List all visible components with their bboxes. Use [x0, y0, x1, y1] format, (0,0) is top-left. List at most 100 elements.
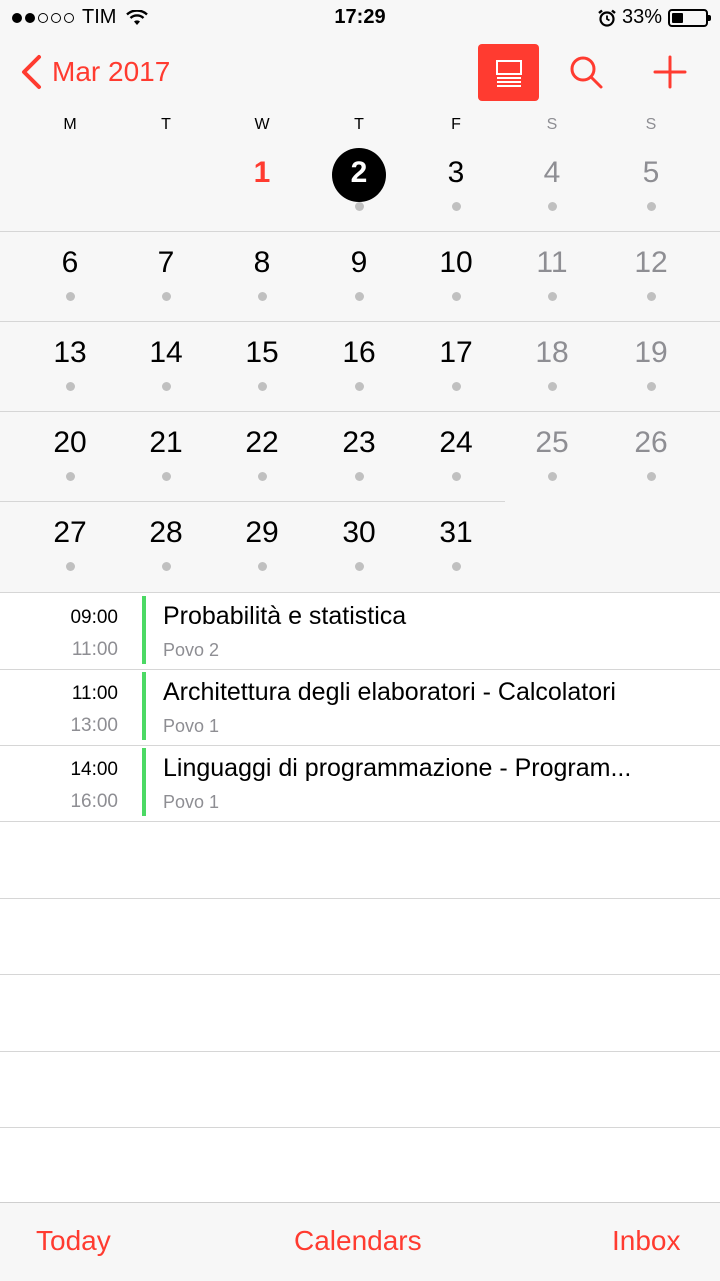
- event-indicator-dot: [162, 382, 171, 391]
- day-cell-11[interactable]: 11: [512, 232, 592, 322]
- event-indicator-dot: [66, 472, 75, 481]
- empty-row: [0, 822, 720, 899]
- day-cell-23[interactable]: 23: [319, 412, 399, 502]
- day-cell-26[interactable]: 26: [611, 412, 691, 502]
- event-row[interactable]: 14:00 16:00 Linguaggi di programmazione …: [0, 745, 720, 822]
- empty-row: [0, 898, 720, 975]
- event-title: Probabilità e statistica: [163, 602, 407, 630]
- day-cell-22[interactable]: 22: [222, 412, 302, 502]
- day-number: 10: [439, 246, 473, 279]
- event-indicator-dot: [355, 562, 364, 571]
- search-icon[interactable]: [568, 54, 604, 90]
- day-number: 12: [634, 246, 668, 279]
- day-number: 8: [253, 246, 271, 279]
- day-cell-15[interactable]: 15: [222, 322, 302, 412]
- tab-today[interactable]: Today: [36, 1225, 111, 1257]
- event-indicator-dot: [355, 292, 364, 301]
- day-number: 7: [157, 246, 175, 279]
- day-cell-19[interactable]: 19: [611, 322, 691, 412]
- day-number: 27: [53, 516, 87, 549]
- day-number: 15: [245, 336, 279, 369]
- plus-icon[interactable]: [652, 54, 688, 90]
- day-cell-7[interactable]: 7: [126, 232, 206, 322]
- event-end-time: 13:00: [70, 715, 118, 736]
- day-number: 29: [245, 516, 279, 549]
- event-indicator-dot: [66, 382, 75, 391]
- day-cell-4[interactable]: 4: [512, 142, 592, 232]
- day-number: 22: [245, 426, 279, 459]
- event-indicator-dot: [452, 382, 461, 391]
- event-row[interactable]: 11:00 13:00 Architettura degli elaborato…: [0, 669, 720, 746]
- list-view-toggle-button[interactable]: [478, 44, 539, 101]
- weekday-label: W: [254, 116, 270, 133]
- day-cell-2[interactable]: 2: [319, 142, 399, 232]
- day-cell-21[interactable]: 21: [126, 412, 206, 502]
- day-number: 30: [342, 516, 376, 549]
- event-indicator-dot: [258, 292, 267, 301]
- status-bar: TIM 17:29 33%: [0, 0, 720, 36]
- day-cell-20[interactable]: 20: [30, 412, 110, 502]
- navigation-bar: Mar 2017: [0, 36, 720, 110]
- day-cell-3[interactable]: 3: [416, 142, 496, 232]
- day-cell-6[interactable]: 6: [30, 232, 110, 322]
- event-row[interactable]: 09:00 11:00 Probabilità e statistica Pov…: [0, 593, 720, 670]
- list-view-icon: [495, 59, 522, 87]
- day-cell-31[interactable]: 31: [416, 502, 496, 592]
- day-cell-8[interactable]: 8: [222, 232, 302, 322]
- day-cell-28[interactable]: 28: [126, 502, 206, 592]
- day-cell-13[interactable]: 13: [30, 322, 110, 412]
- weekday-header: M T W T F S S: [0, 110, 720, 143]
- events-list: 09:00 11:00 Probabilità e statistica Pov…: [0, 592, 720, 1203]
- battery-level: [672, 12, 683, 23]
- event-start-time: 09:00: [70, 607, 118, 628]
- day-number: 25: [535, 426, 569, 459]
- event-end-time: 11:00: [71, 639, 118, 660]
- day-cell-24[interactable]: 24: [416, 412, 496, 502]
- event-end-time: 16:00: [70, 791, 118, 812]
- day-cell-27[interactable]: 27: [30, 502, 110, 592]
- tab-calendars[interactable]: Calendars: [294, 1225, 422, 1257]
- event-indicator-dot: [66, 562, 75, 571]
- day-cell-14[interactable]: 14: [126, 322, 206, 412]
- calendar-color-bar: [142, 748, 146, 816]
- day-cell-12[interactable]: 12: [611, 232, 691, 322]
- day-cell-5[interactable]: 5: [611, 142, 691, 232]
- event-indicator-dot: [162, 472, 171, 481]
- event-indicator-dot: [452, 202, 461, 211]
- day-cell-10[interactable]: 10: [416, 232, 496, 322]
- event-title: Linguaggi di programmazione - Program...: [163, 754, 632, 782]
- day-number: 21: [149, 426, 183, 459]
- day-number: 11: [536, 246, 568, 279]
- event-indicator-dot: [258, 382, 267, 391]
- event-indicator-dot: [162, 562, 171, 571]
- event-indicator-dot: [355, 382, 364, 391]
- event-location: Povo 1: [163, 716, 220, 736]
- event-indicator-dot: [452, 292, 461, 301]
- day-number: 2: [350, 156, 368, 189]
- day-cell-1[interactable]: 1: [222, 142, 302, 232]
- weekday-label: S: [645, 116, 657, 133]
- day-cell-25[interactable]: 25: [512, 412, 592, 502]
- month-grid: 1 2 3 4 5 6 7 8 9 10 11 12 13 14 15 16 17 18 19 20 21 22 23 24 2…: [0, 142, 720, 592]
- event-indicator-dot: [452, 562, 461, 571]
- event-indicator-dot: [66, 292, 75, 301]
- day-cell-29[interactable]: 29: [222, 502, 302, 592]
- day-number: 14: [149, 336, 183, 369]
- day-cell-30[interactable]: 30: [319, 502, 399, 592]
- day-cell-9[interactable]: 9: [319, 232, 399, 322]
- week-row: 20 21 22 23 24 25 26: [0, 412, 720, 502]
- back-button-label: Mar 2017: [52, 56, 171, 87]
- day-number: 5: [642, 156, 660, 189]
- day-number: 16: [342, 336, 376, 369]
- empty-row: [0, 975, 720, 1052]
- back-to-month-button[interactable]: Mar 2017: [20, 54, 170, 90]
- empty-row: [0, 1051, 720, 1128]
- day-cell-16[interactable]: 16: [319, 322, 399, 412]
- day-cell-17[interactable]: 17: [416, 322, 496, 412]
- weekday-label: M: [63, 116, 77, 133]
- day-cell-18[interactable]: 18: [512, 322, 592, 412]
- event-indicator-dot: [647, 292, 656, 301]
- battery-percentage: 33%: [621, 6, 662, 28]
- day-number: 6: [61, 246, 79, 279]
- tab-inbox[interactable]: Inbox: [612, 1225, 681, 1257]
